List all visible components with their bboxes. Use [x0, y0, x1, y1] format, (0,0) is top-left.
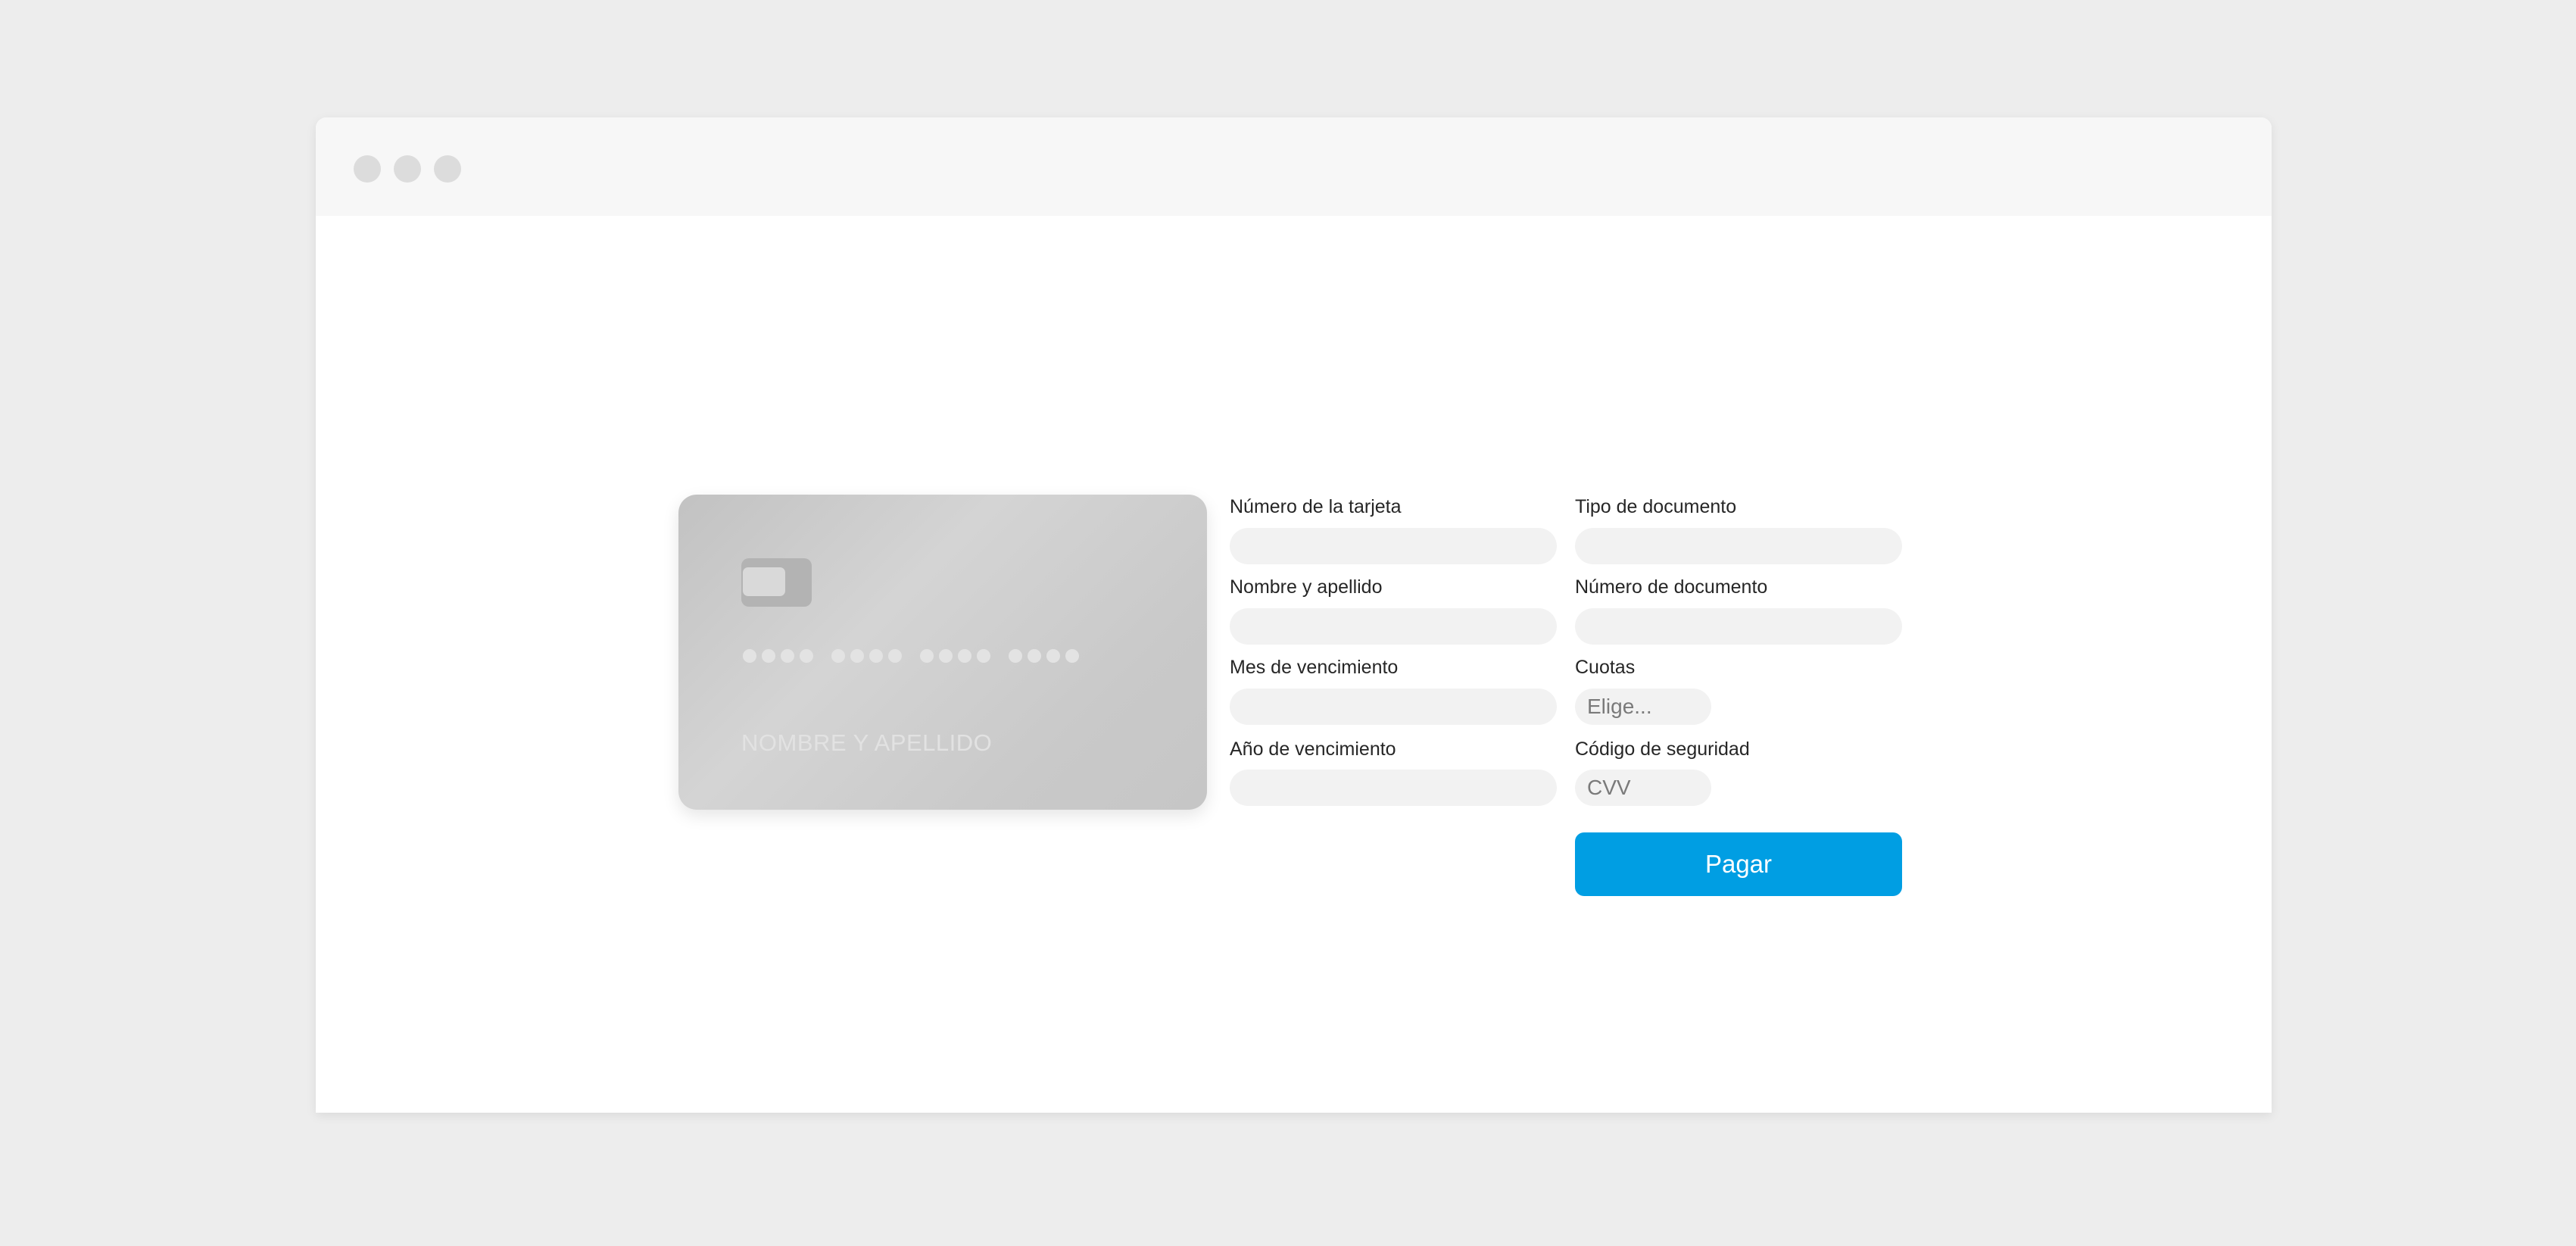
security-code-input[interactable]: [1575, 770, 1711, 806]
card-number-label: Número de la tarjeta: [1230, 496, 1402, 517]
checkout-content: NOMBRE Y APELLIDO Número de la tarjeta N…: [316, 216, 2272, 1113]
document-number-label: Número de documento: [1575, 576, 1768, 598]
expiry-year-input[interactable]: [1230, 770, 1557, 806]
window-titlebar: [316, 117, 2272, 216]
expiry-month-input[interactable]: [1230, 689, 1557, 725]
window-maximize-dot-icon[interactable]: [434, 155, 461, 183]
expiry-month-label: Mes de vencimiento: [1230, 657, 1399, 678]
window-minimize-dot-icon[interactable]: [394, 155, 421, 183]
card-number-input[interactable]: [1230, 528, 1557, 564]
expiry-year-label: Año de vencimiento: [1230, 739, 1396, 760]
credit-card-preview: NOMBRE Y APELLIDO: [678, 495, 1207, 810]
card-number-dots: [743, 649, 1079, 663]
document-number-input[interactable]: [1575, 608, 1902, 645]
document-type-select[interactable]: [1575, 528, 1902, 564]
cardholder-name-label: Nombre y apellido: [1230, 576, 1383, 598]
installments-select[interactable]: Elige...: [1575, 689, 1711, 725]
cardholder-name-input[interactable]: [1230, 608, 1557, 645]
card-chip-icon: [741, 558, 812, 607]
pay-button[interactable]: Pagar: [1575, 832, 1902, 896]
card-holder-name-preview: NOMBRE Y APELLIDO: [741, 729, 993, 756]
document-type-label: Tipo de documento: [1575, 496, 1737, 517]
installments-label: Cuotas: [1575, 657, 1636, 678]
browser-window: NOMBRE Y APELLIDO Número de la tarjeta N…: [316, 117, 2272, 1113]
window-close-dot-icon[interactable]: [354, 155, 381, 183]
security-code-label: Código de seguridad: [1575, 739, 1750, 760]
